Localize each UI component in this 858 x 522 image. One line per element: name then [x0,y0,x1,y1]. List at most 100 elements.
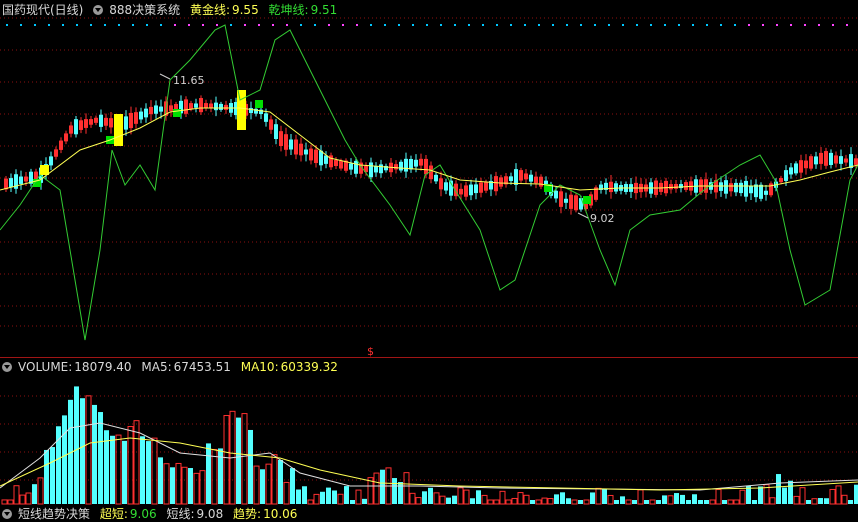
candle-body [674,183,678,189]
signal-dot [132,24,134,26]
volume-bar-down [566,498,571,504]
trend-label: 趋势: [233,507,262,521]
volume-bar-down [698,500,703,504]
signal-dot [468,24,470,26]
volume-bar-up [667,495,674,505]
volume-bar-down [344,486,349,504]
signal-dot [720,24,722,26]
candle-body [49,156,53,166]
volume-bar-up [481,494,488,505]
volume-bar-up [709,499,716,505]
volume-bar-up [355,489,362,505]
candle-body [794,163,798,174]
volume-bar-down [590,492,595,504]
candle-body [269,119,273,130]
candle-body [104,117,108,126]
volume-bar-up [211,448,218,505]
volume-bar-down [704,500,709,504]
volume-bar-down [62,415,67,504]
volume-bar-down [776,474,781,504]
signal-dot [776,24,778,26]
volume-bar-up [511,497,518,505]
volume-bar-up [583,499,590,505]
signal-dot [286,24,288,26]
signal-dot [370,24,372,26]
price-panel[interactable]: 国药现代(日线) 888决策系统 黄金线: 9.55 乾坤线: 9.51 11.65… [0,0,858,357]
volume-bar-up [493,499,500,505]
candle-body [499,177,503,187]
volume-chart[interactable] [0,358,858,514]
volume-bar-down [632,500,637,504]
volume-bar-up [313,493,320,505]
ultra-short-value: 9.06 [129,507,157,521]
signal-dot [426,24,428,26]
volume-bar-up [571,499,578,505]
signal-dot [594,24,596,26]
candle-body [264,113,268,122]
candle-body [829,152,833,165]
signal-dot [608,24,610,26]
volume-bar-up [463,489,470,505]
volume-bar-down [206,443,211,504]
signal-dot [48,24,50,26]
candle-body [199,98,203,113]
volume-bar-down [818,498,823,504]
volume-bar-down [32,484,37,504]
signal-dot [188,24,190,26]
candle-body [94,117,98,123]
volume-bar-up [163,463,170,505]
signal-dot [650,24,652,26]
candle-body [564,198,568,203]
bottom-indicator-name[interactable]: 短线趋势决策 [18,507,90,521]
signal-dot [482,24,484,26]
candle-body [759,184,763,199]
signal-dot [118,24,120,26]
volume-bar-up [223,415,230,505]
signal-dot [230,24,232,26]
candle-body [424,158,428,175]
candle-body [734,182,738,193]
candle-body [474,184,478,194]
volume-panel[interactable]: VOLUME: 18079.40 MA5: 67453.51 MA10: 60339.… [0,358,858,521]
volume-bar-up [637,489,644,505]
candle-body [809,156,813,169]
candle-body [169,105,173,111]
volume-bar-down [332,490,337,504]
candle-body [419,158,423,166]
candle-body [189,103,193,110]
volume-bar-up [37,477,44,505]
candle-body [749,186,753,194]
candle-body [374,166,378,173]
signal-dot [76,24,78,26]
bottom-indicator-menu-icon[interactable] [2,509,12,519]
candle-body [779,178,783,183]
volume-bar-down [350,500,355,504]
volume-bar-up [649,499,656,505]
volume-bar-down [644,500,649,504]
volume-bar-down [50,447,55,504]
volume-bar-up [523,494,530,505]
signal-dot [832,24,834,26]
candle-body [484,182,488,191]
volume-bar-up [607,494,614,505]
signal-dot [818,24,820,26]
volume-bar-up [307,499,314,505]
signal-dot [146,24,148,26]
volume-bar-up [151,437,158,505]
candle-body [294,139,298,155]
volume-bar-up [133,420,140,505]
volume-bar-up [271,454,278,505]
volume-bar-down [248,429,253,504]
candle-body [439,178,443,190]
price-chart[interactable]: 11.65 9.02 $ [0,0,858,357]
volume-bar-up [535,499,542,505]
volume-bar-up [595,487,602,505]
volume-bar-down [692,494,697,504]
candle-body [224,104,228,110]
candle-body [349,163,353,170]
candle-body [24,176,28,182]
volume-bar-up [337,493,344,505]
candle-body [154,105,158,114]
volume-bar-down [428,487,433,504]
volume-bar-down [110,435,115,504]
